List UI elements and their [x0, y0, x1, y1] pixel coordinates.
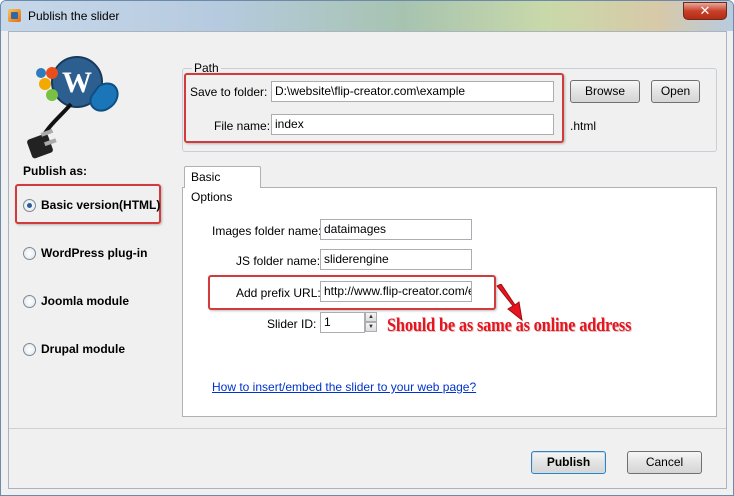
- radio-drupal[interactable]: [23, 342, 36, 356]
- js-folder-label: JS folder name:: [236, 254, 321, 268]
- spin-down-icon[interactable]: ▼: [365, 322, 377, 332]
- open-button[interactable]: Open: [651, 80, 700, 103]
- slider-id-stepper[interactable]: ▲ ▼: [365, 312, 377, 332]
- tab-basic-options[interactable]: Basic Options: [184, 166, 261, 204]
- radio-basic-html[interactable]: [23, 198, 36, 212]
- annotation-text: Should be as same as online address: [387, 315, 632, 336]
- window-title: Publish the slider: [28, 9, 120, 23]
- dialog-body: W Publish as: Basic version(HTML) WordPr…: [8, 31, 727, 489]
- browse-button[interactable]: Browse: [570, 80, 640, 103]
- footer-separator: [9, 428, 726, 429]
- file-name-label: File name:: [214, 119, 271, 133]
- close-button[interactable]: ✕: [683, 2, 727, 20]
- file-name-input[interactable]: index: [271, 114, 554, 135]
- js-folder-input[interactable]: sliderengine: [320, 249, 472, 270]
- publish-as-label: Publish as:: [23, 164, 88, 178]
- publish-button[interactable]: Publish: [531, 451, 606, 474]
- spin-up-icon[interactable]: ▲: [365, 312, 377, 322]
- slider-id-label: Slider ID:: [267, 317, 317, 331]
- option-wordpress[interactable]: WordPress plug-in: [23, 243, 147, 263]
- cms-plug-logo-icon: W: [27, 56, 119, 159]
- radio-wordpress[interactable]: [23, 246, 36, 260]
- help-embed-link[interactable]: How to insert/embed the slider to your w…: [212, 380, 476, 394]
- prefix-url-input[interactable]: http://www.flip-creator.com/e: [320, 281, 472, 302]
- app-icon: [8, 9, 21, 22]
- option-basic-html-label: Basic version(HTML): [41, 198, 161, 212]
- option-drupal-label: Drupal module: [41, 342, 126, 356]
- svg-text:W: W: [62, 66, 92, 99]
- option-joomla[interactable]: Joomla module: [23, 291, 129, 311]
- title-bar[interactable]: Publish the slider ✕: [1, 1, 733, 31]
- save-to-folder-input[interactable]: D:\website\flip-creator.com\example: [271, 81, 554, 102]
- option-drupal[interactable]: Drupal module: [23, 339, 125, 359]
- images-folder-label: Images folder name:: [212, 224, 322, 238]
- file-extension-label: .html: [570, 119, 597, 133]
- option-joomla-label: Joomla module: [41, 294, 130, 308]
- prefix-url-label: Add prefix URL:: [236, 286, 321, 300]
- cancel-button[interactable]: Cancel: [627, 451, 702, 474]
- publish-dialog: Publish the slider ✕ W Publish as: Basic…: [0, 0, 734, 496]
- images-folder-input[interactable]: dataimages: [320, 219, 472, 240]
- save-to-folder-label: Save to folder:: [190, 85, 268, 99]
- option-basic-html[interactable]: Basic version(HTML): [23, 195, 160, 215]
- option-wordpress-label: WordPress plug-in: [41, 246, 148, 260]
- slider-id-input[interactable]: 1: [320, 312, 365, 333]
- radio-joomla[interactable]: [23, 294, 36, 308]
